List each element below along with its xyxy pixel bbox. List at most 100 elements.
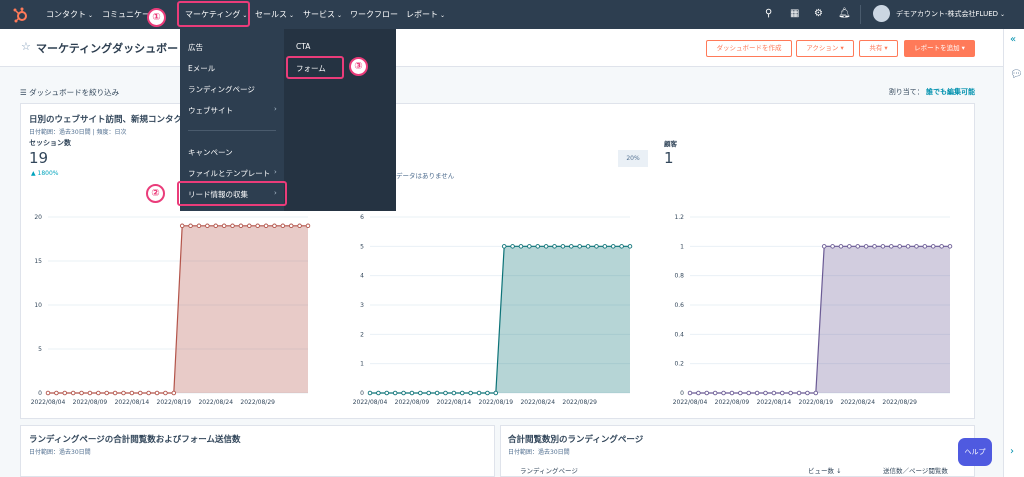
- data-point: [696, 390, 701, 396]
- data-point: [79, 390, 84, 396]
- nav-sales[interactable]: セールス ⌄: [255, 0, 294, 29]
- nav-communications[interactable]: コミュニケーション: [102, 0, 152, 29]
- data-point: [221, 223, 227, 229]
- data-point: [569, 244, 574, 249]
- marketplace-icon[interactable]: ▦: [790, 8, 799, 19]
- customers-value: 1: [664, 149, 674, 167]
- data-point: [729, 390, 735, 396]
- highlight-box-forms: [286, 56, 344, 79]
- data-point: [914, 244, 919, 249]
- nav-reports[interactable]: レポート ⌄: [406, 0, 445, 29]
- x-tick-label: 2022/08/14: [757, 399, 792, 406]
- data-point: [619, 244, 624, 249]
- menu-divider: [188, 130, 276, 131]
- x-tick-label: 2022/08/04: [31, 399, 66, 406]
- data-point: [610, 244, 616, 249]
- data-point: [171, 390, 177, 396]
- data-point: [121, 390, 126, 396]
- data-point: [510, 244, 515, 249]
- y-tick-label: 4: [360, 273, 364, 280]
- data-point: [552, 244, 557, 249]
- data-point: [560, 244, 566, 249]
- help-button[interactable]: ヘルプ: [958, 438, 992, 466]
- x-tick-label: 2022/08/04: [673, 399, 708, 406]
- data-point: [493, 390, 499, 396]
- data-point: [367, 390, 373, 396]
- data-point: [501, 244, 507, 249]
- menu-item-campaigns[interactable]: キャンペーン: [188, 147, 233, 158]
- nav-service[interactable]: サービス ⌄: [303, 0, 342, 29]
- data-point: [585, 244, 591, 249]
- chevron-right-icon[interactable]: ›: [1010, 446, 1014, 457]
- chat-icon[interactable]: 💬︎: [1010, 69, 1023, 80]
- data-point: [594, 244, 599, 249]
- chart-new-contacts: 0 1 2 3 4 5 6 2022/08/04 2022/08/09 2022/08/14 202…: [353, 214, 633, 406]
- data-point: [87, 390, 93, 396]
- data-point: [409, 390, 415, 396]
- data-point: [154, 390, 160, 396]
- annotation-badge-1: ①: [147, 8, 166, 27]
- data-point: [577, 244, 582, 249]
- assignment-link[interactable]: 誰でも編集可能: [926, 88, 975, 96]
- metric-change: ▲ 1800%: [31, 170, 59, 177]
- search-icon[interactable]: ⚲: [765, 8, 772, 19]
- y-tick-label: 1: [360, 361, 364, 368]
- column-header-views[interactable]: ビュー数 ↓: [808, 465, 842, 475]
- y-tick-label: 0: [38, 390, 42, 397]
- avatar[interactable]: [873, 5, 890, 22]
- x-tick-label: 2022/08/14: [437, 399, 472, 406]
- data-point: [704, 390, 710, 396]
- card-subtitle: 日付範囲：過去30日間: [508, 449, 570, 456]
- card-title: 日別のウェブサイト訪問、新規コンタクト: [29, 115, 191, 125]
- settings-gear-icon[interactable]: ⚙: [814, 8, 823, 19]
- menu-item-website[interactable]: ウェブサイト: [188, 105, 233, 116]
- data-point: [763, 390, 768, 396]
- column-header-ratio[interactable]: 送信数／ページ閲覧数: [883, 465, 948, 475]
- nav-contacts[interactable]: コンタクト ⌄: [46, 0, 93, 29]
- collapse-chevrons-icon[interactable]: «: [1010, 34, 1016, 45]
- data-point: [687, 390, 693, 396]
- data-point: [780, 390, 785, 396]
- dashboard-filter[interactable]: ☰ ダッシュボードを絞り込み: [20, 87, 119, 98]
- create-dashboard-button[interactable]: ダッシュボードを作成: [706, 40, 792, 57]
- y-tick-label: 0: [360, 390, 364, 397]
- data-point: [418, 390, 423, 396]
- chevron-down-icon: ⌄: [88, 12, 94, 19]
- chevron-down-icon: ⌄: [289, 12, 295, 19]
- share-button[interactable]: 共有 ▾: [859, 40, 898, 57]
- card-subtitle: 日付範囲：過去30日間: [29, 449, 91, 456]
- x-tick-label: 2022/08/09: [73, 399, 108, 406]
- actions-button[interactable]: アクション ▾: [796, 40, 854, 57]
- submenu-item-cta[interactable]: CTA: [296, 42, 310, 51]
- notifications-bell-icon[interactable]: 🔔︎: [838, 8, 851, 19]
- menu-item-files-templates[interactable]: ファイルとテンプレート: [188, 168, 270, 179]
- column-header-page[interactable]: ランディングページ: [520, 465, 578, 475]
- hubspot-logo-icon[interactable]: [12, 6, 30, 24]
- x-tick-label: 2022/08/24: [840, 399, 875, 406]
- data-point: [905, 244, 911, 249]
- data-point: [45, 390, 51, 396]
- data-point: [263, 223, 269, 229]
- y-tick-label: 6: [360, 214, 364, 221]
- favorite-star-icon[interactable]: ☆: [21, 40, 31, 53]
- chevron-down-icon: ⌄: [337, 12, 343, 19]
- data-point: [947, 244, 953, 249]
- nav-workflows[interactable]: ワークフロー: [350, 0, 398, 29]
- data-point: [451, 390, 457, 396]
- add-report-button[interactable]: レポートを追加 ▾: [904, 40, 975, 57]
- x-tick-label: 2022/08/29: [562, 399, 597, 406]
- menu-item-email[interactable]: Eメール: [188, 63, 215, 74]
- menu-item-landing-pages[interactable]: ランディングページ: [188, 84, 255, 95]
- data-point: [627, 244, 633, 249]
- chevron-down-icon: ⌄: [1000, 11, 1006, 18]
- menu-item-ads[interactable]: 広告: [188, 42, 203, 53]
- chevron-right-icon: ›: [274, 105, 277, 113]
- data-point: [880, 244, 886, 249]
- data-point: [830, 244, 835, 249]
- data-point: [138, 390, 143, 396]
- data-point: [434, 390, 440, 396]
- y-tick-label: 5: [360, 243, 364, 250]
- account-menu[interactable]: デモアカウント-株式会社FLUED ⌄: [896, 0, 1005, 29]
- annotation-badge-2: ②: [146, 184, 165, 203]
- data-point: [855, 244, 860, 249]
